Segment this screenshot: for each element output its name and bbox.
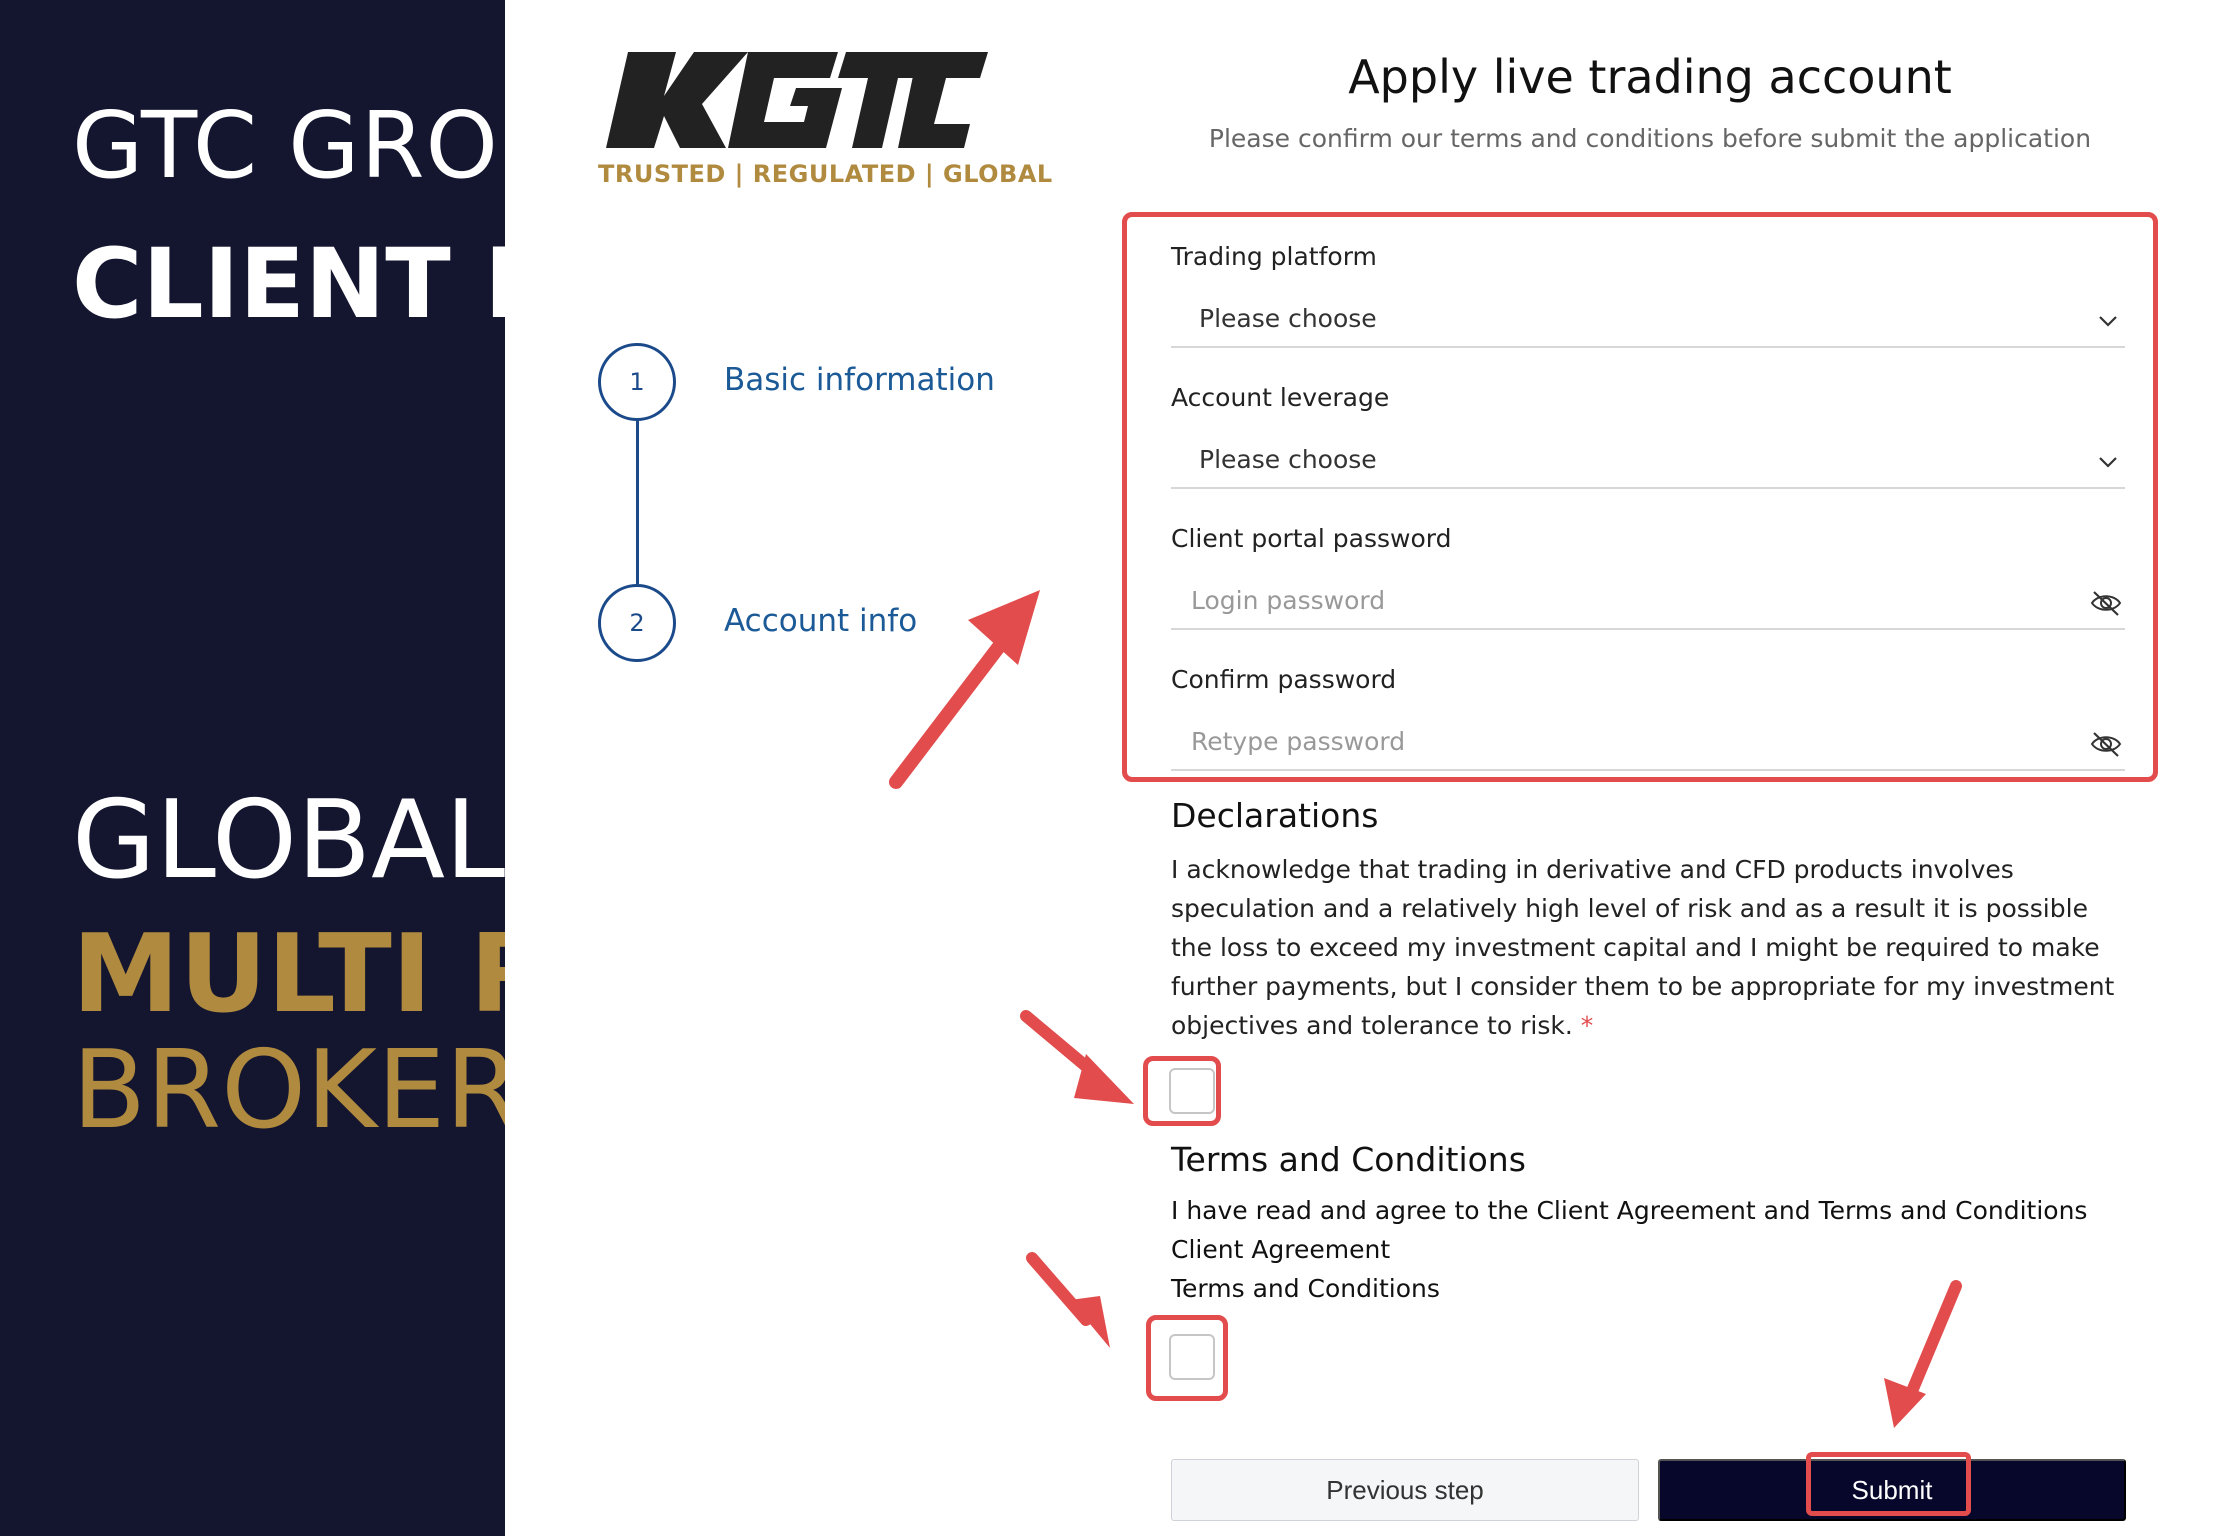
left-banner: GTC GROUP CLIENT PORTAL GLOBALLY MULTI R… bbox=[0, 0, 505, 1536]
arrow-to-form-icon bbox=[889, 590, 1040, 789]
page-title: Apply live trading account bbox=[1348, 50, 1952, 104]
trading-platform-select[interactable]: Please choose bbox=[1171, 292, 2125, 348]
terms-conditions-link[interactable]: Terms and Conditions bbox=[1171, 1274, 1440, 1303]
account-leverage-label: Account leverage bbox=[1171, 383, 1390, 412]
declarations-text-block: I acknowledge that trading in derivative… bbox=[1171, 850, 2131, 1045]
terms-checkbox[interactable] bbox=[1169, 1334, 1215, 1380]
gtc-logo-mark bbox=[606, 52, 988, 148]
trading-platform-value: Please choose bbox=[1199, 304, 1377, 333]
arrow-to-submit-icon bbox=[1884, 1280, 1962, 1428]
chevron-down-icon bbox=[2099, 316, 2117, 327]
required-mark: * bbox=[1580, 1011, 1594, 1040]
declarations-text: I acknowledge that trading in derivative… bbox=[1171, 855, 2115, 1040]
terms-title: Terms and Conditions bbox=[1171, 1140, 1526, 1179]
banner-line-5: BROKER bbox=[72, 1028, 505, 1153]
logo-tagline: TRUSTED | REGULATED | GLOBAL bbox=[598, 160, 1053, 188]
page-subtitle: Please confirm our terms and conditions … bbox=[1208, 124, 2092, 153]
banner-line-3: GLOBALLY bbox=[72, 778, 505, 903]
declarations-checkbox[interactable] bbox=[1169, 1068, 1215, 1114]
banner-line-2: CLIENT PORTAL bbox=[72, 228, 505, 340]
terms-text: I have read and agree to the Client Agre… bbox=[1171, 1196, 2088, 1225]
step-2-label[interactable]: Account info bbox=[724, 603, 917, 639]
client-password-placeholder: Login password bbox=[1191, 586, 1386, 615]
confirm-password-input[interactable]: Retype password bbox=[1171, 715, 2125, 771]
client-password-label: Client portal password bbox=[1171, 524, 1452, 553]
gtc-logo[interactable]: TRUSTED | REGULATED | GLOBAL bbox=[598, 44, 1052, 194]
eye-slash-icon[interactable] bbox=[2089, 729, 2123, 759]
confirm-password-placeholder: Retype password bbox=[1191, 727, 1406, 756]
client-agreement-link[interactable]: Client Agreement bbox=[1171, 1235, 1390, 1264]
step-1-label[interactable]: Basic information bbox=[724, 362, 995, 398]
arrow-to-declarations-checkbox-icon bbox=[1020, 1010, 1134, 1104]
step-1-circle[interactable]: 1 bbox=[598, 343, 676, 421]
account-leverage-select[interactable]: Please choose bbox=[1171, 433, 2125, 489]
previous-step-button[interactable]: Previous step bbox=[1171, 1459, 1639, 1521]
declarations-title: Declarations bbox=[1171, 796, 1379, 835]
submit-button-highlight bbox=[1806, 1452, 1971, 1516]
arrow-to-terms-checkbox-icon bbox=[1026, 1252, 1110, 1348]
banner-line-4: MULTI REGULATED bbox=[72, 912, 505, 1037]
confirm-password-label: Confirm password bbox=[1171, 665, 1397, 694]
banner-line-1: GTC GROUP bbox=[72, 92, 505, 199]
step-2-circle[interactable]: 2 bbox=[598, 584, 676, 662]
client-password-input[interactable]: Login password bbox=[1171, 574, 2125, 630]
trading-platform-label: Trading platform bbox=[1171, 242, 1377, 271]
eye-slash-icon[interactable] bbox=[2089, 588, 2123, 618]
account-leverage-value: Please choose bbox=[1199, 445, 1377, 474]
chevron-down-icon bbox=[2099, 457, 2117, 468]
stepper-connector bbox=[636, 421, 639, 584]
